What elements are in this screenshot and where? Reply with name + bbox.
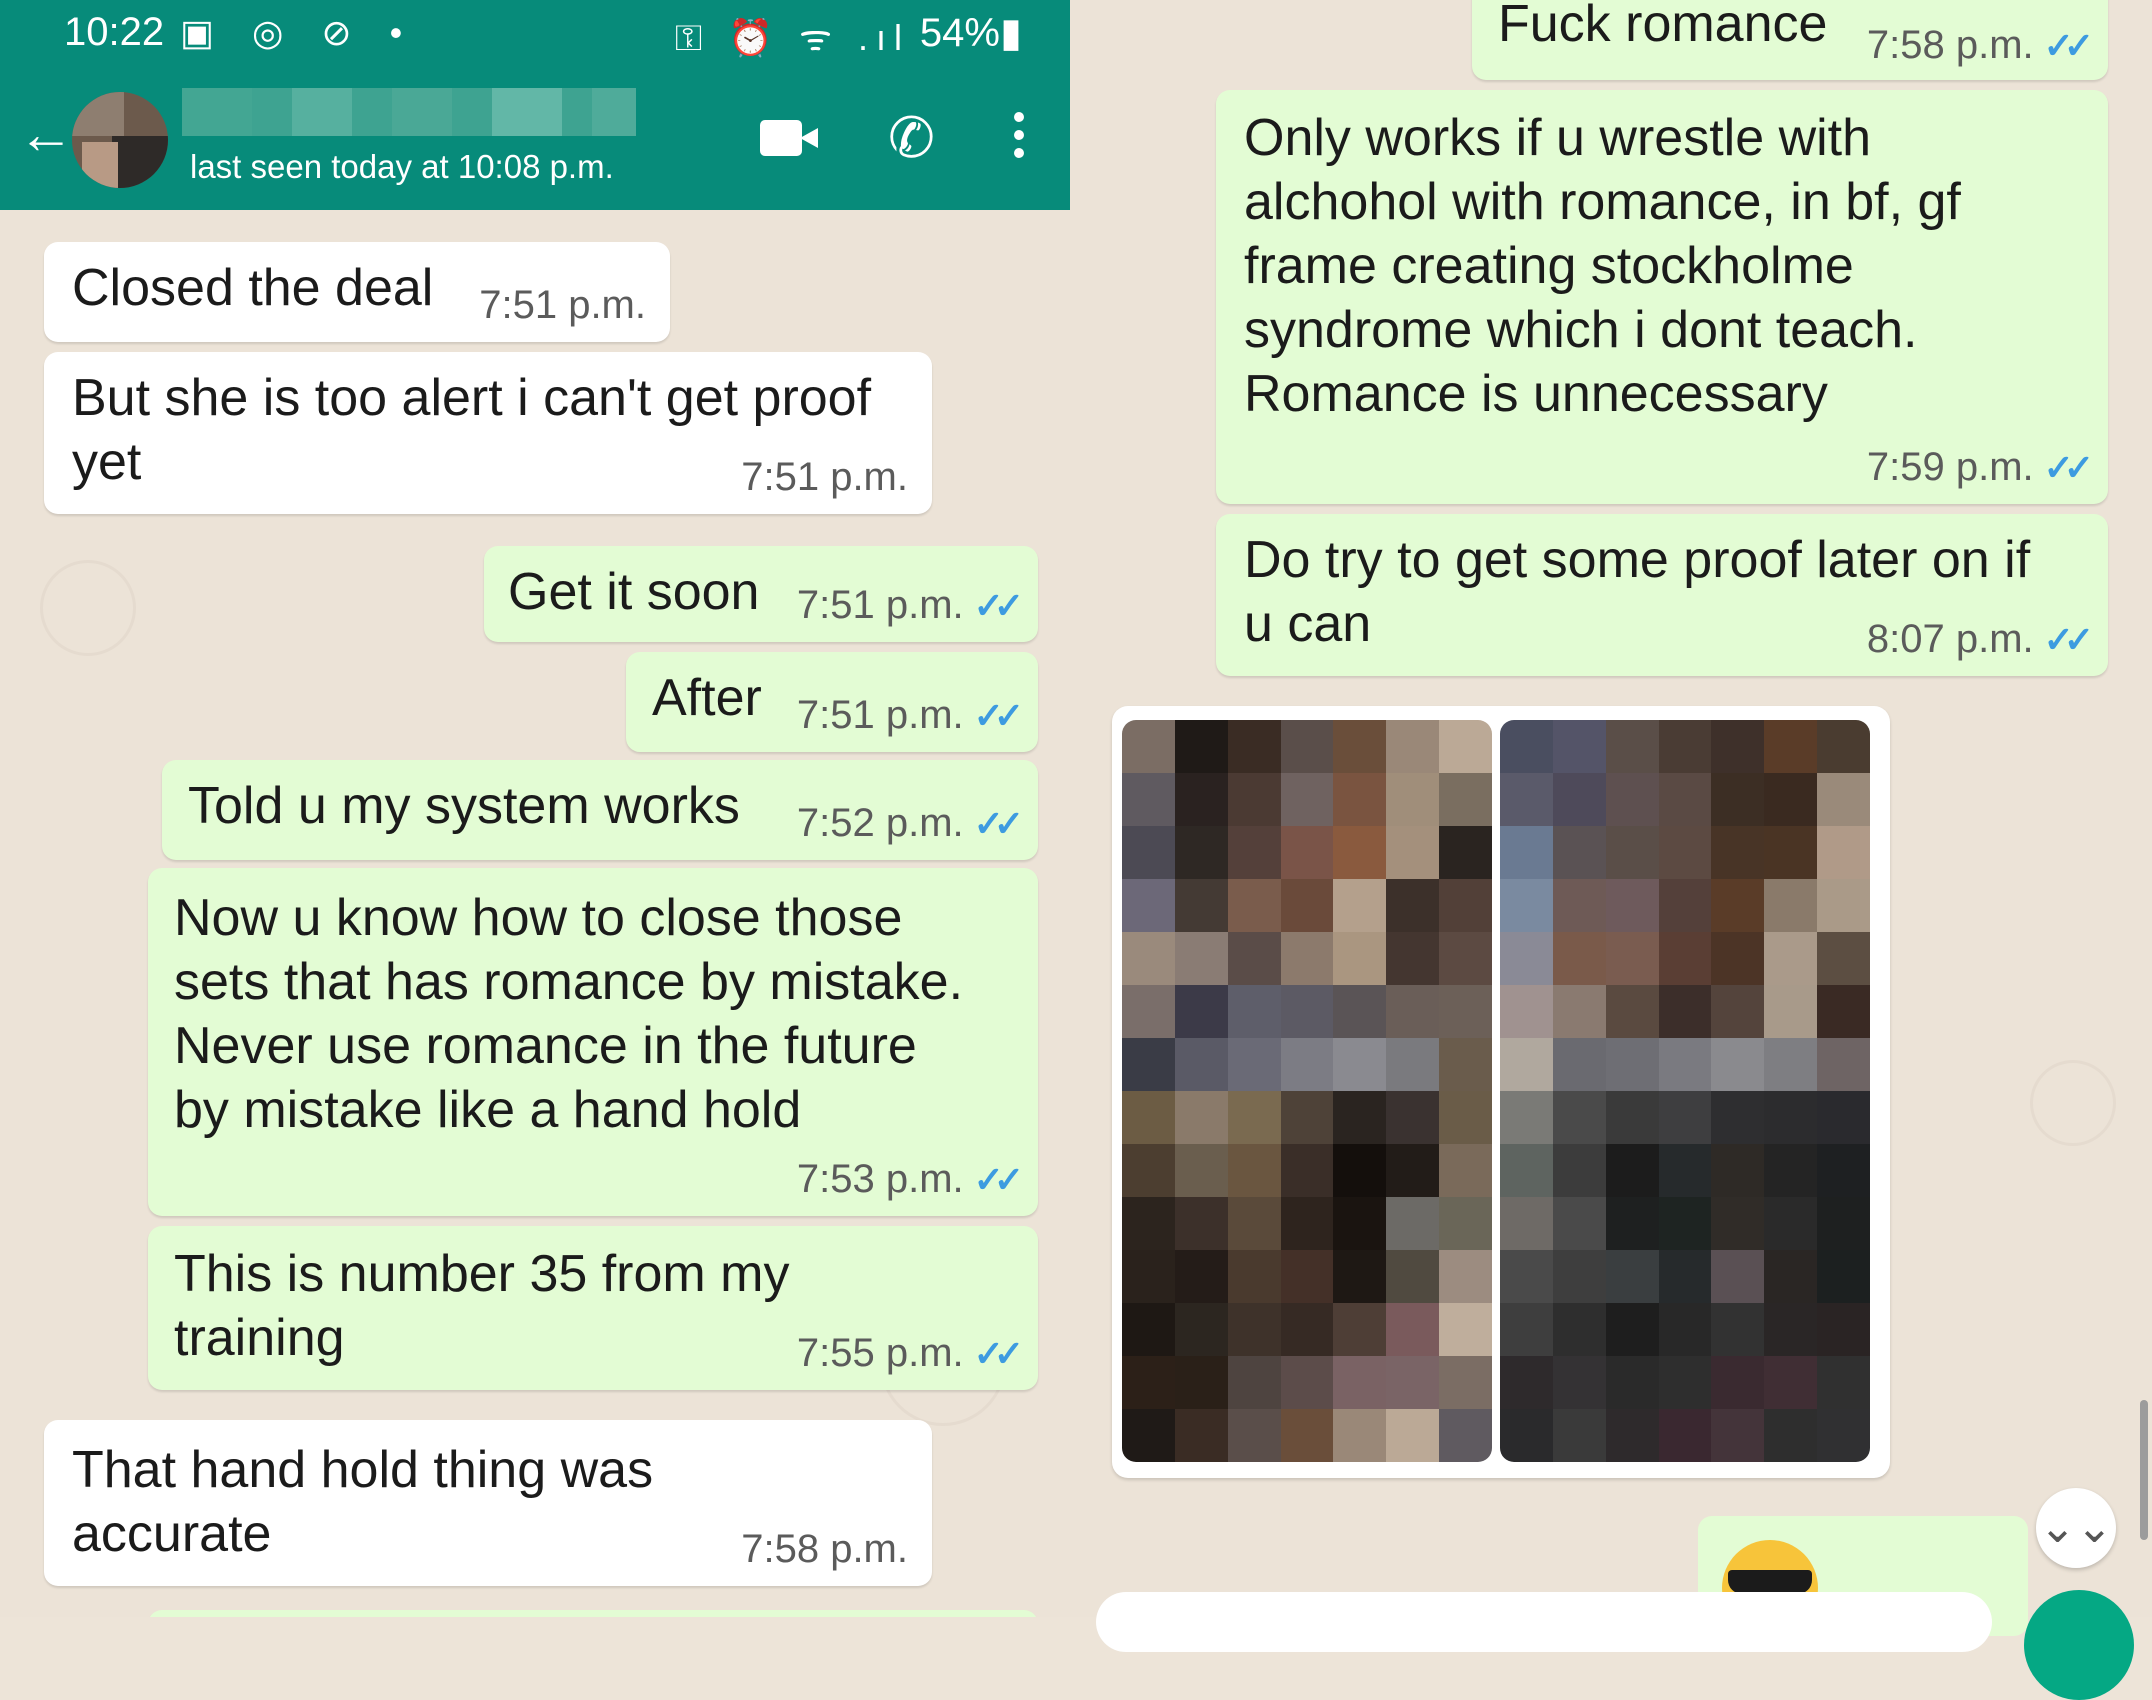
message-text: Fuck romance — [1498, 0, 1828, 53]
read-receipt-icon: ✓✓ — [2043, 619, 2094, 660]
message-outgoing[interactable]: Fuck romance 7:58 p.m. ✓✓ — [1472, 0, 2108, 80]
message-meta: 8:07 p.m. ✓✓ — [1866, 617, 2094, 662]
scroll-down-icon[interactable]: ⌄⌄ — [2036, 1488, 2116, 1568]
left-chat-pane[interactable]: 10:22 ▣ ◎ ⊘ • ⚿ ⏰ ᯤ .ıl 54%▮ ← last seen… — [0, 0, 1070, 1617]
message-outgoing[interactable]: Told u my system works 7:52 p.m. ✓✓ — [162, 760, 1038, 860]
system-status-icons: ⚿ ⏰ ᯤ .ıl — [674, 17, 910, 58]
last-seen-status: last seen today at 10:08 p.m. — [190, 148, 614, 185]
message-text: Now u know how to close those sets that … — [174, 889, 964, 1139]
message-time: 7:59 p.m. — [1866, 445, 2034, 489]
chat-header: 10:22 ▣ ◎ ⊘ • ⚿ ⏰ ᯤ .ıl 54%▮ ← last seen… — [0, 0, 1070, 210]
message-outgoing[interactable]: Get it soon 7:51 p.m. ✓✓ — [484, 546, 1038, 642]
message-meta: 7:55 p.m. ✓✓ — [796, 1331, 1024, 1376]
message-incoming[interactable]: But she is too alert i can't get proof y… — [44, 352, 932, 514]
message-outgoing[interactable]: This is number 35 from my training 7:55 … — [148, 1226, 1038, 1390]
message-time: 7:51 p.m. — [741, 455, 908, 499]
message-outgoing[interactable]: Only works if u wrestle with alchohol wi… — [1216, 90, 2108, 504]
wallpaper-doodle — [2030, 1060, 2116, 1146]
more-options-icon[interactable] — [1014, 112, 1026, 166]
message-time: 7:51 p.m. — [479, 283, 646, 327]
pixelated-photo[interactable] — [1122, 720, 1492, 1462]
contact-name-redacted[interactable] — [182, 88, 636, 136]
image-message[interactable] — [1112, 706, 1890, 1478]
message-text: Get it soon — [508, 563, 760, 621]
message-incoming[interactable]: That hand hold thing was accurate 7:58 p… — [44, 1420, 932, 1586]
message-text: Closed the deal — [72, 259, 434, 317]
message-time: 7:58 p.m. — [741, 1527, 908, 1571]
message-outgoing[interactable]: Now u know how to close those sets that … — [148, 868, 1038, 1216]
read-receipt-icon: ✓✓ — [973, 585, 1024, 626]
message-text: Told u my system works — [188, 777, 740, 835]
message-text: This is number 35 from my training — [174, 1245, 790, 1367]
message-outgoing-partial[interactable] — [148, 1610, 1038, 1617]
message-text: That hand hold thing was accurate — [72, 1441, 654, 1563]
message-text: After — [652, 669, 762, 727]
message-time: 7:52 p.m. — [796, 801, 964, 845]
status-time: 10:22 — [64, 10, 165, 54]
read-receipt-icon: ✓✓ — [973, 803, 1024, 844]
message-time: 7:53 p.m. — [796, 1157, 964, 1201]
scrollbar[interactable] — [2140, 1400, 2148, 1540]
message-meta: 7:53 p.m. ✓✓ — [796, 1157, 1024, 1202]
battery-indicator: 54%▮ — [919, 11, 1022, 55]
message-meta: 7:51 p.m. ✓✓ — [796, 583, 1024, 628]
message-time: 7:55 p.m. — [796, 1331, 964, 1375]
phone-call-icon[interactable]: ✆ — [888, 110, 935, 166]
message-outgoing[interactable]: After 7:51 p.m. ✓✓ — [626, 652, 1038, 752]
message-incoming[interactable]: Closed the deal 7:51 p.m. — [44, 242, 670, 342]
message-meta: 7:59 p.m. ✓✓ — [1866, 445, 2094, 490]
message-time: 7:51 p.m. — [796, 693, 964, 737]
message-meta: 7:52 p.m. ✓✓ — [796, 801, 1024, 846]
read-receipt-icon: ✓✓ — [973, 1159, 1024, 1200]
message-time: 8:07 p.m. — [1866, 617, 2034, 661]
read-receipt-icon: ✓✓ — [973, 695, 1024, 736]
back-arrow-icon[interactable]: ← — [18, 106, 74, 162]
read-receipt-icon: ✓✓ — [973, 1333, 1024, 1374]
message-input[interactable] — [1096, 1592, 1992, 1652]
message-outgoing[interactable]: Do try to get some proof later on if u c… — [1216, 514, 2108, 676]
wallpaper-doodle — [40, 560, 136, 656]
message-time: 7:51 p.m. — [796, 583, 964, 627]
read-receipt-icon: ✓✓ — [2043, 25, 2094, 66]
pixelated-photo[interactable] — [1500, 720, 1870, 1462]
send-button[interactable] — [2024, 1590, 2134, 1700]
contact-avatar[interactable] — [72, 92, 168, 188]
video-call-icon[interactable] — [760, 120, 818, 156]
message-meta: 7:51 p.m. ✓✓ — [796, 693, 1024, 738]
message-text: Only works if u wrestle with alchohol wi… — [1244, 109, 1961, 423]
message-time: 7:58 p.m. — [1866, 23, 2034, 67]
read-receipt-icon: ✓✓ — [2043, 447, 2094, 488]
notification-icons: ▣ ◎ ⊘ • — [180, 12, 417, 53]
message-meta: 7:58 p.m. ✓✓ — [1866, 23, 2094, 68]
